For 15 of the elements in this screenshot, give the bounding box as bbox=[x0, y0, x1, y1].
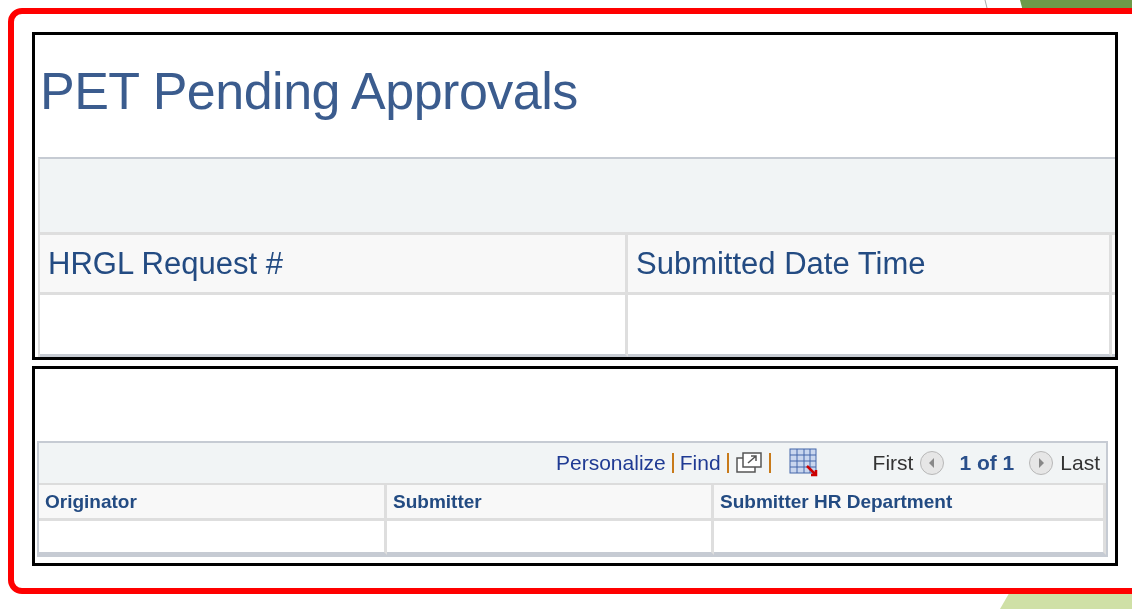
column-header: Submitted Date Time bbox=[628, 235, 1112, 295]
toolbar-link[interactable]: Find bbox=[679, 451, 721, 475]
spreadsheet-icon[interactable] bbox=[788, 448, 819, 478]
page-title: PET Pending Approvals bbox=[39, 61, 579, 122]
first-label: First bbox=[872, 451, 914, 475]
column-header: Submitter bbox=[387, 485, 714, 521]
column-header: Submitter HR Department bbox=[714, 485, 1106, 521]
page-range: 1 of 1 bbox=[959, 451, 1015, 475]
last-label: Last bbox=[1060, 451, 1100, 475]
column-header: Originator bbox=[39, 485, 387, 521]
column-header: HRGL Request # bbox=[40, 235, 628, 295]
previous-button[interactable] bbox=[919, 450, 946, 476]
new-window-icon[interactable] bbox=[734, 451, 763, 475]
next-button[interactable] bbox=[1028, 450, 1055, 476]
toolbar-link[interactable]: Personalize bbox=[556, 451, 666, 475]
